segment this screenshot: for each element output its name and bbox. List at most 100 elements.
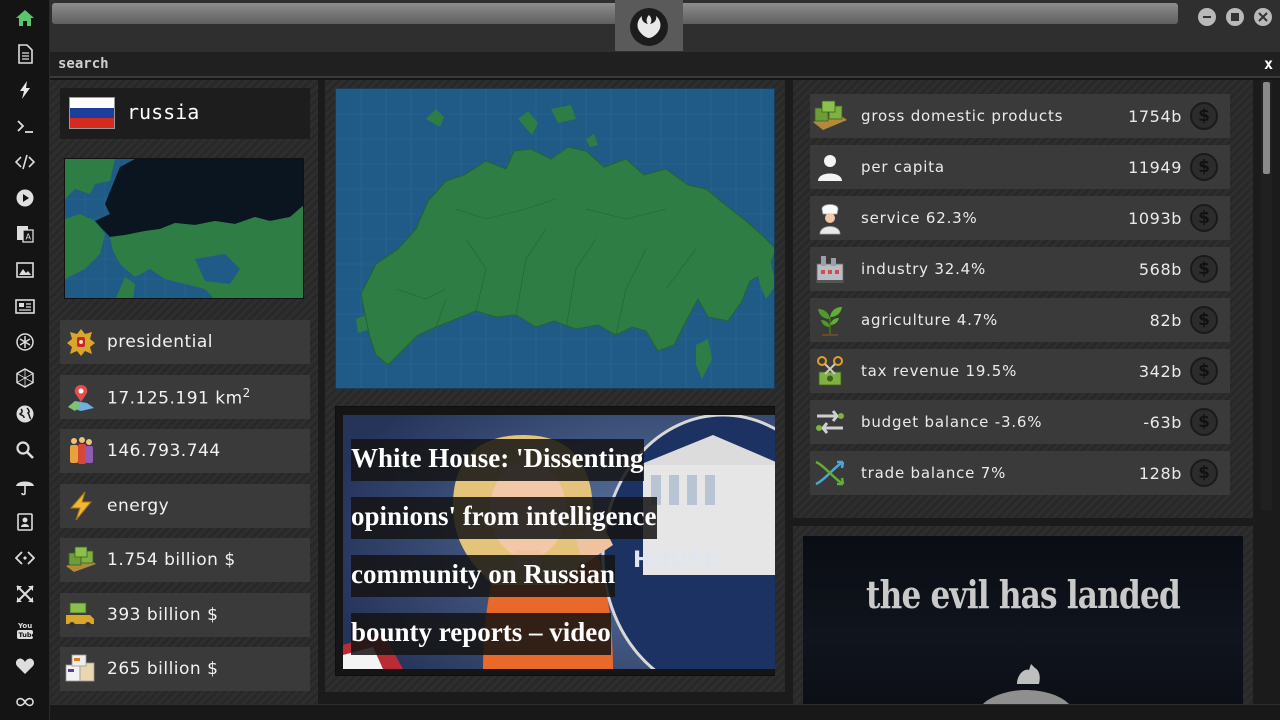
heart-icon[interactable] (13, 654, 37, 678)
econ-label: gross domestic products (861, 107, 1064, 125)
news-image: HOUSE White House: 'Dissenting opinions'… (343, 415, 775, 669)
dollar-coin-icon[interactable]: $ (1190, 408, 1218, 436)
econ-row-gdp[interactable]: gross domestic products 1754b $ (810, 94, 1230, 138)
imports-stat[interactable]: 265 billion $ (60, 647, 310, 691)
svg-text:You: You (17, 622, 32, 630)
expand-arrows-icon[interactable] (13, 582, 37, 606)
lightning-icon[interactable] (13, 78, 37, 102)
energy-stat[interactable]: energy (60, 484, 310, 528)
factory-icon (811, 250, 849, 288)
mini-map[interactable] (64, 158, 304, 299)
econ-value: 128b (1138, 463, 1182, 483)
lightning-icon (64, 489, 98, 523)
document-icon[interactable] (13, 42, 37, 66)
rebel-logo-icon (630, 8, 668, 46)
search-bar[interactable]: search x (50, 52, 1280, 78)
code-icon[interactable] (13, 150, 37, 174)
search-label[interactable]: search (58, 56, 109, 72)
econ-value: 11949 (1128, 157, 1182, 177)
dollar-coin-icon[interactable]: $ (1190, 306, 1218, 334)
country-card[interactable]: russia (60, 88, 310, 139)
econ-row-service[interactable]: service 62.3% 1093b $ (810, 196, 1230, 240)
population-value: 146.793.744 (107, 441, 221, 461)
person-icon (811, 148, 849, 186)
youtube-icon[interactable]: You Tube (13, 618, 37, 642)
rebel-emblem-icon[interactable] (13, 330, 37, 354)
poster-figure (983, 664, 1069, 704)
econ-label: per capita (861, 158, 945, 176)
econ-label: tax revenue 19.5% (861, 362, 1018, 380)
status-bar (50, 704, 1280, 720)
econ-value: 1093b (1128, 208, 1182, 228)
search-icon[interactable] (13, 438, 37, 462)
population-stat[interactable]: 146.793.744 (60, 429, 310, 473)
play-icon[interactable] (13, 186, 37, 210)
terminal-icon[interactable] (13, 114, 37, 138)
plant-icon (811, 301, 849, 339)
econ-row-agriculture[interactable]: agriculture 4.7% 82b $ (810, 298, 1230, 342)
econ-value: 1754b (1128, 106, 1182, 126)
logo-tab[interactable] (615, 0, 683, 51)
econ-label: agriculture 4.7% (861, 311, 999, 329)
econ-label: service 62.3% (861, 209, 978, 227)
money-stack-icon (811, 97, 849, 135)
title-bar (50, 0, 1280, 52)
trade-arrows-icon (811, 454, 849, 492)
globe-icon[interactable] (13, 402, 37, 426)
econ-row-tax-revenue[interactable]: tax revenue 19.5% 342b $ (810, 349, 1230, 393)
gdp-value: 1.754 billion $ (107, 550, 236, 570)
dollar-coin-icon[interactable]: $ (1190, 255, 1218, 283)
coat-of-arms-icon (64, 325, 98, 359)
news-card[interactable]: HOUSE White House: 'Dissenting opinions'… (335, 406, 775, 676)
exports-stat[interactable]: 393 billion $ (60, 593, 310, 637)
area-value: 17.125.191 km2 (107, 385, 251, 409)
econ-label: trade balance 7% (861, 464, 1007, 482)
econ-row-trade-balance[interactable]: trade balance 7% 128b $ (810, 451, 1230, 495)
search-close-button[interactable]: x (1264, 55, 1273, 73)
econ-row-budget-balance[interactable]: budget balance -3.6% -63b $ (810, 400, 1230, 444)
close-window-button[interactable] (1254, 8, 1272, 26)
export-truck-icon (64, 598, 98, 632)
country-name: russia (127, 100, 200, 124)
population-icon (64, 434, 98, 468)
home-icon[interactable] (13, 6, 37, 30)
hexagon-icon[interactable] (13, 366, 37, 390)
exports-value: 393 billion $ (107, 605, 219, 625)
econ-value: 82b (1149, 310, 1182, 330)
econ-row-industry[interactable]: industry 32.4% 568b $ (810, 247, 1230, 291)
money-stack-icon (64, 543, 98, 577)
dollar-coin-icon[interactable]: $ (1190, 459, 1218, 487)
econ-value: -63b (1143, 412, 1182, 432)
map-pin-icon (64, 380, 98, 414)
main-content: russia presidential 17.125.191 km2 146.7… (50, 80, 1280, 704)
chef-icon (811, 199, 849, 237)
dollar-coin-icon[interactable]: $ (1190, 204, 1218, 232)
poster-card[interactable]: the evil has landed (803, 536, 1243, 704)
contact-card-icon[interactable] (13, 510, 37, 534)
umbrella-icon[interactable] (13, 474, 37, 498)
scrollbar-thumb[interactable] (1263, 82, 1270, 174)
left-panel: russia presidential 17.125.191 km2 146.7… (50, 80, 318, 704)
minimize-button[interactable] (1198, 8, 1216, 26)
sidebar: A You Tube (0, 0, 50, 720)
tag-code-icon[interactable] (13, 546, 37, 570)
dollar-coin-icon[interactable]: $ (1190, 153, 1218, 181)
dollar-coin-icon[interactable]: $ (1190, 102, 1218, 130)
maximize-button[interactable] (1226, 8, 1244, 26)
energy-label: energy (107, 496, 170, 516)
translate-icon[interactable]: A (13, 222, 37, 246)
svg-text:A: A (26, 233, 32, 242)
infinity-icon[interactable] (13, 690, 37, 714)
area-stat[interactable]: 17.125.191 km2 (60, 375, 310, 419)
government-stat[interactable]: presidential (60, 320, 310, 364)
dollar-coin-icon[interactable]: $ (1190, 357, 1218, 385)
news-headline[interactable]: White House: 'Dissenting opinions' from … (351, 429, 691, 661)
image-icon[interactable] (13, 258, 37, 282)
newspaper-icon[interactable] (13, 294, 37, 318)
gdp-stat[interactable]: 1.754 billion $ (60, 538, 310, 582)
tax-scissors-icon (811, 352, 849, 390)
import-boxes-icon (64, 652, 98, 686)
econ-label: budget balance -3.6% (861, 413, 1043, 431)
econ-row-per-capita[interactable]: per capita 11949 $ (810, 145, 1230, 189)
country-map[interactable] (335, 88, 775, 389)
